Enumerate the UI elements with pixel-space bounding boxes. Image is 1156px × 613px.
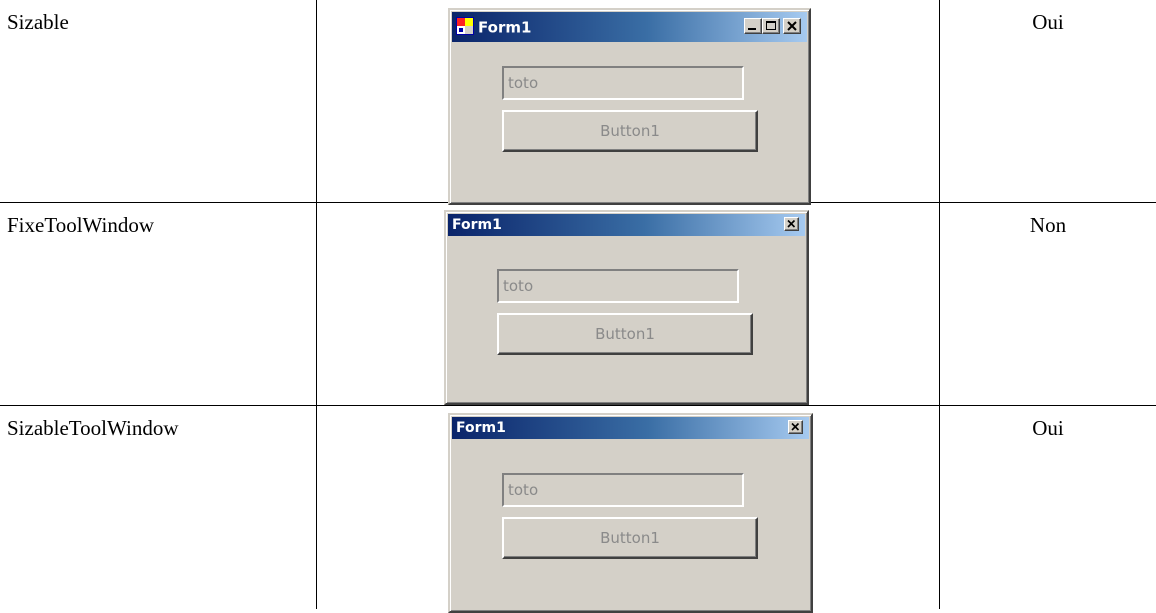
minimize-icon — [745, 19, 761, 33]
close-icon — [784, 19, 800, 33]
close-button[interactable] — [783, 18, 801, 34]
close-icon — [789, 421, 802, 433]
style-name-cell: SizableToolWindow — [0, 406, 317, 610]
table-row: SizableToolWindow Form1 Button1 — [0, 406, 1156, 610]
minimize-button[interactable] — [744, 18, 762, 34]
title-bar: Form1 — [452, 417, 809, 439]
resizable-value-cell: Oui — [940, 0, 1156, 203]
button1[interactable]: Button1 — [502, 110, 758, 152]
close-icon — [785, 218, 798, 230]
close-button[interactable] — [784, 217, 799, 231]
window-controls — [784, 217, 799, 231]
title-bar: Form1 — [448, 214, 805, 236]
style-name: Sizable — [7, 10, 69, 34]
window-title: Form1 — [478, 19, 531, 37]
style-name-cell: FixeToolWindow — [0, 203, 317, 406]
resizable-value: Non — [940, 213, 1156, 237]
title-bar: Form1 — [452, 12, 807, 42]
maximize-button[interactable] — [762, 18, 780, 34]
form-border-style-table: Sizable Form1 — [0, 0, 1156, 609]
window-title: Form1 — [452, 217, 502, 233]
table-row: Sizable Form1 — [0, 0, 1156, 203]
form-window: Form1 — [448, 8, 811, 205]
resizable-value-cell: Non — [940, 203, 1156, 406]
button1[interactable]: Button1 — [497, 313, 753, 355]
textbox[interactable] — [497, 269, 739, 303]
textbox[interactable] — [502, 66, 744, 100]
window-title: Form1 — [456, 420, 506, 436]
style-name: FixeToolWindow — [7, 213, 154, 237]
form-window: Form1 Button1 — [444, 210, 809, 405]
app-icon — [456, 17, 474, 35]
close-button[interactable] — [788, 420, 803, 434]
button1[interactable]: Button1 — [502, 517, 758, 559]
form-preview-cell: Form1 Button1 — [317, 203, 940, 406]
table-row: FixeToolWindow Form1 Button1 — [0, 203, 1156, 406]
style-name: SizableToolWindow — [7, 416, 179, 440]
textbox[interactable] — [502, 473, 744, 507]
window-controls — [744, 18, 801, 34]
style-name-cell: Sizable — [0, 0, 317, 203]
form-window: Form1 Button1 — [448, 413, 813, 613]
form-preview-cell: Form1 Button1 — [317, 406, 940, 610]
resizable-value: Oui — [940, 416, 1156, 440]
form-preview-cell: Form1 — [317, 0, 940, 203]
window-controls — [788, 420, 803, 434]
maximize-icon — [763, 19, 779, 33]
resizable-value-cell: Oui — [940, 406, 1156, 610]
resizable-value: Oui — [940, 10, 1156, 34]
